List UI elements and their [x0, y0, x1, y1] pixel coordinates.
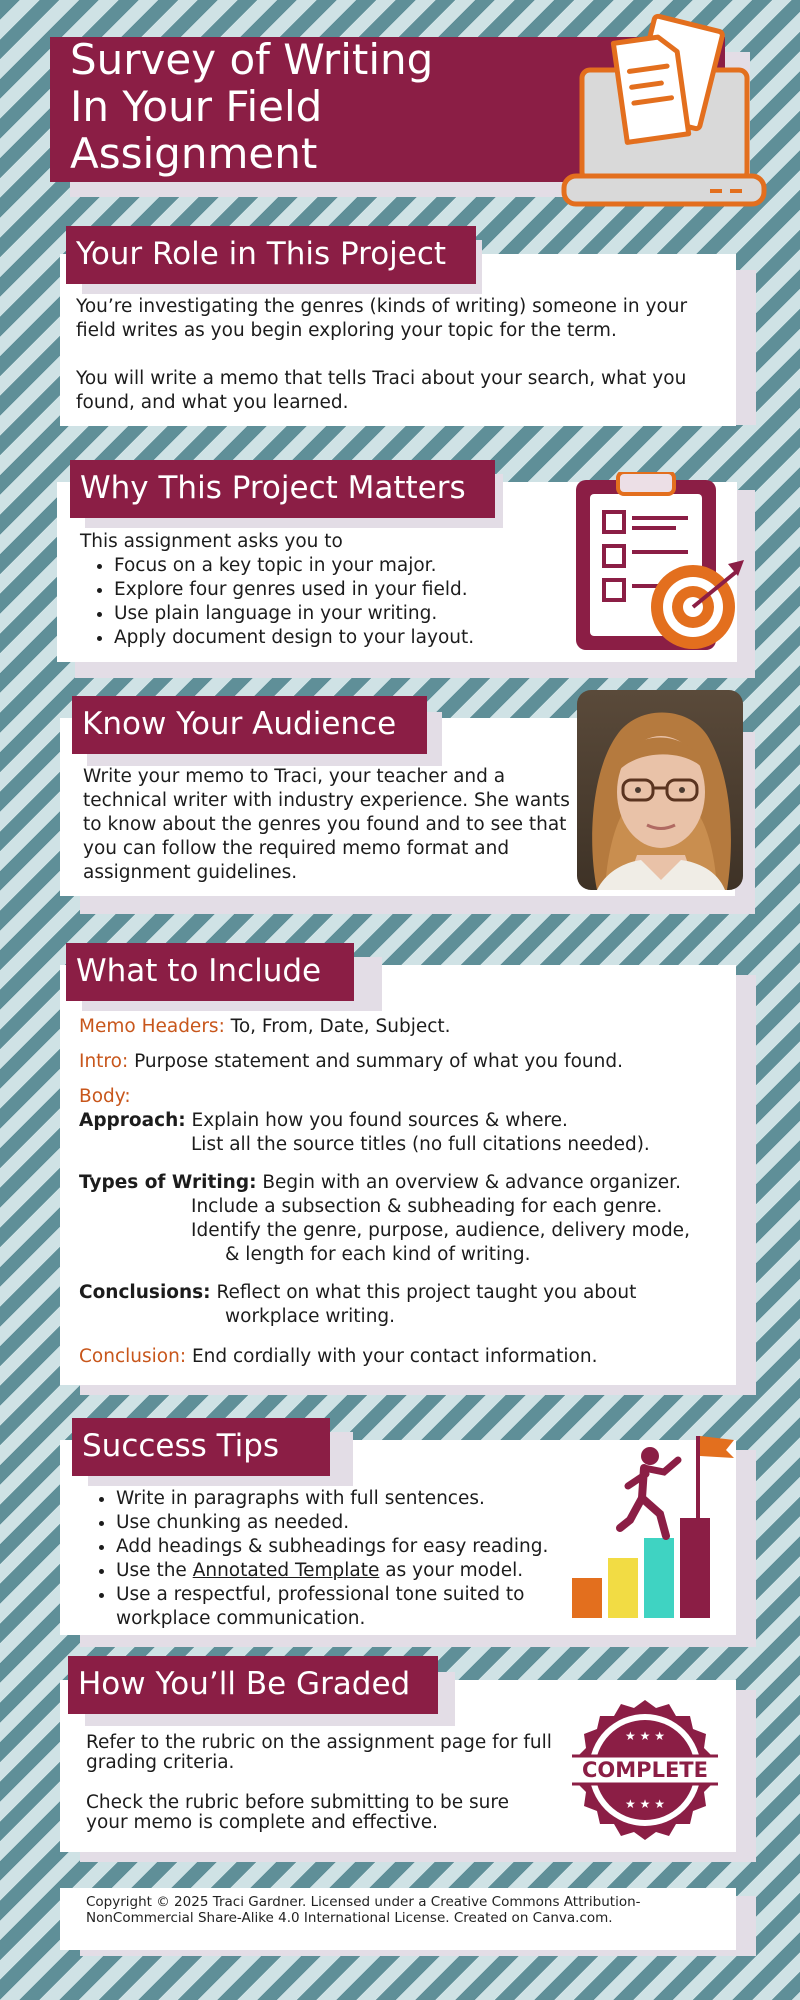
role-paragraph: You’re investigating the genres (kinds o…: [76, 296, 688, 341]
conclusion-line: Conclusion: End cordially with your cont…: [79, 1345, 729, 1369]
svg-text:★ ★ ★: ★ ★ ★: [625, 1729, 665, 1743]
why-text: This assignment asks you to Focus on a k…: [80, 530, 540, 650]
section-heading: How You’ll Be Graded: [68, 1656, 438, 1714]
types-line-3: Identify the genre, purpose, audience, d…: [191, 1220, 690, 1241]
list-item: Use the Annotated Template as your model…: [116, 1559, 572, 1583]
intro-label: Intro:: [79, 1051, 129, 1072]
page-title: Survey of Writing In Your Field Assignme…: [70, 36, 433, 177]
list-item: Use a respectful, professional tone suit…: [116, 1583, 572, 1631]
title-line: In Your Field: [70, 82, 323, 131]
memo-headers-label: Memo Headers:: [79, 1016, 225, 1037]
types-text: Begin with an overview & advance organiz…: [256, 1172, 681, 1193]
why-list: Focus on a key topic in your major. Expl…: [80, 554, 540, 650]
conclusions-line: Conclusions: Reflect on what this projec…: [79, 1281, 729, 1305]
tips-list: Write in paragraphs with full sentences.…: [82, 1487, 572, 1631]
list-item: Apply document design to your layout.: [114, 626, 540, 650]
tip-text: as your model.: [379, 1560, 524, 1581]
include-content: Memo Headers: To, From, Date, Subject. I…: [79, 1015, 729, 1369]
types-line-2: Include a subsection & subheading for ea…: [191, 1196, 663, 1217]
intro-line: Intro: Purpose statement and summary of …: [79, 1050, 729, 1074]
audience-text: Write your memo to Traci, your teacher a…: [83, 766, 570, 883]
section-heading: What to Include: [66, 943, 354, 1001]
footer-copyright: Copyright © 2025 Traci Gardner. Licensed…: [86, 1894, 641, 1926]
types-line-4: & length for each kind of writing.: [225, 1244, 531, 1265]
conclusions-line-2: workplace writing.: [225, 1306, 396, 1327]
intro-text: Purpose statement and summary of what yo…: [128, 1051, 623, 1072]
types-label: Types of Writing:: [79, 1172, 257, 1193]
approach-line-2: List all the source titles (no full cita…: [191, 1134, 650, 1155]
tips-text: Write in paragraphs with full sentences.…: [82, 1487, 572, 1631]
teacher-portrait: [577, 690, 743, 890]
title-line: Survey of Writing: [70, 35, 434, 84]
section-heading: Why This Project Matters: [70, 460, 495, 518]
list-item: Use chunking as needed.: [116, 1511, 572, 1535]
body-label: Body:: [79, 1086, 131, 1107]
section-heading: Success Tips: [72, 1418, 330, 1476]
tip-text: Use the: [116, 1560, 193, 1581]
conclusions-text: Reflect on what this project taught you …: [210, 1282, 637, 1303]
section-heading: Know Your Audience: [72, 696, 427, 754]
role-text: You’re investigating the genres (kinds o…: [76, 295, 726, 415]
list-item: Explore four genres used in your field.: [114, 578, 540, 602]
types-line: Types of Writing: Begin with an overview…: [79, 1171, 729, 1195]
why-intro: This assignment asks you to: [80, 531, 343, 552]
graded-text: Refer to the rubric on the assignment pa…: [86, 1733, 556, 1833]
title-line: Assignment: [70, 129, 318, 178]
conclusion-label: Conclusion:: [79, 1346, 187, 1367]
climber-bar-chart-icon: [572, 1436, 734, 1618]
conclusion-text: End cordially with your contact informat…: [186, 1346, 598, 1367]
conclusions-label: Conclusions:: [79, 1282, 211, 1303]
role-paragraph: You will write a memo that tells Traci a…: [76, 368, 687, 413]
graded-paragraph: Check the rubric before submitting to be…: [86, 1792, 509, 1833]
complete-badge-icon: ★ ★ ★ ★ ★ ★ COMPLETE: [572, 1700, 718, 1840]
graded-paragraph: Refer to the rubric on the assignment pa…: [86, 1732, 552, 1773]
approach-label: Approach:: [79, 1110, 186, 1131]
memo-headers-text: To, From, Date, Subject.: [224, 1016, 451, 1037]
list-item: Focus on a key topic in your major.: [114, 554, 540, 578]
list-item: Write in paragraphs with full sentences.: [116, 1487, 572, 1511]
memo-headers-line: Memo Headers: To, From, Date, Subject.: [79, 1015, 729, 1039]
list-item: Use plain language in your writing.: [114, 602, 540, 626]
svg-text:★ ★ ★: ★ ★ ★: [625, 1797, 665, 1811]
laptop-document-icon: [561, 13, 767, 207]
clipboard-target-icon: [576, 472, 744, 650]
approach-line: Approach: Explain how you found sources …: [79, 1109, 729, 1133]
section-heading: Your Role in This Project: [66, 226, 476, 284]
badge-text: COMPLETE: [582, 1758, 708, 1782]
approach-text: Explain how you found sources & where.: [185, 1110, 568, 1131]
annotated-template-link[interactable]: Annotated Template: [193, 1560, 380, 1581]
list-item: Add headings & subheadings for easy read…: [116, 1535, 572, 1559]
